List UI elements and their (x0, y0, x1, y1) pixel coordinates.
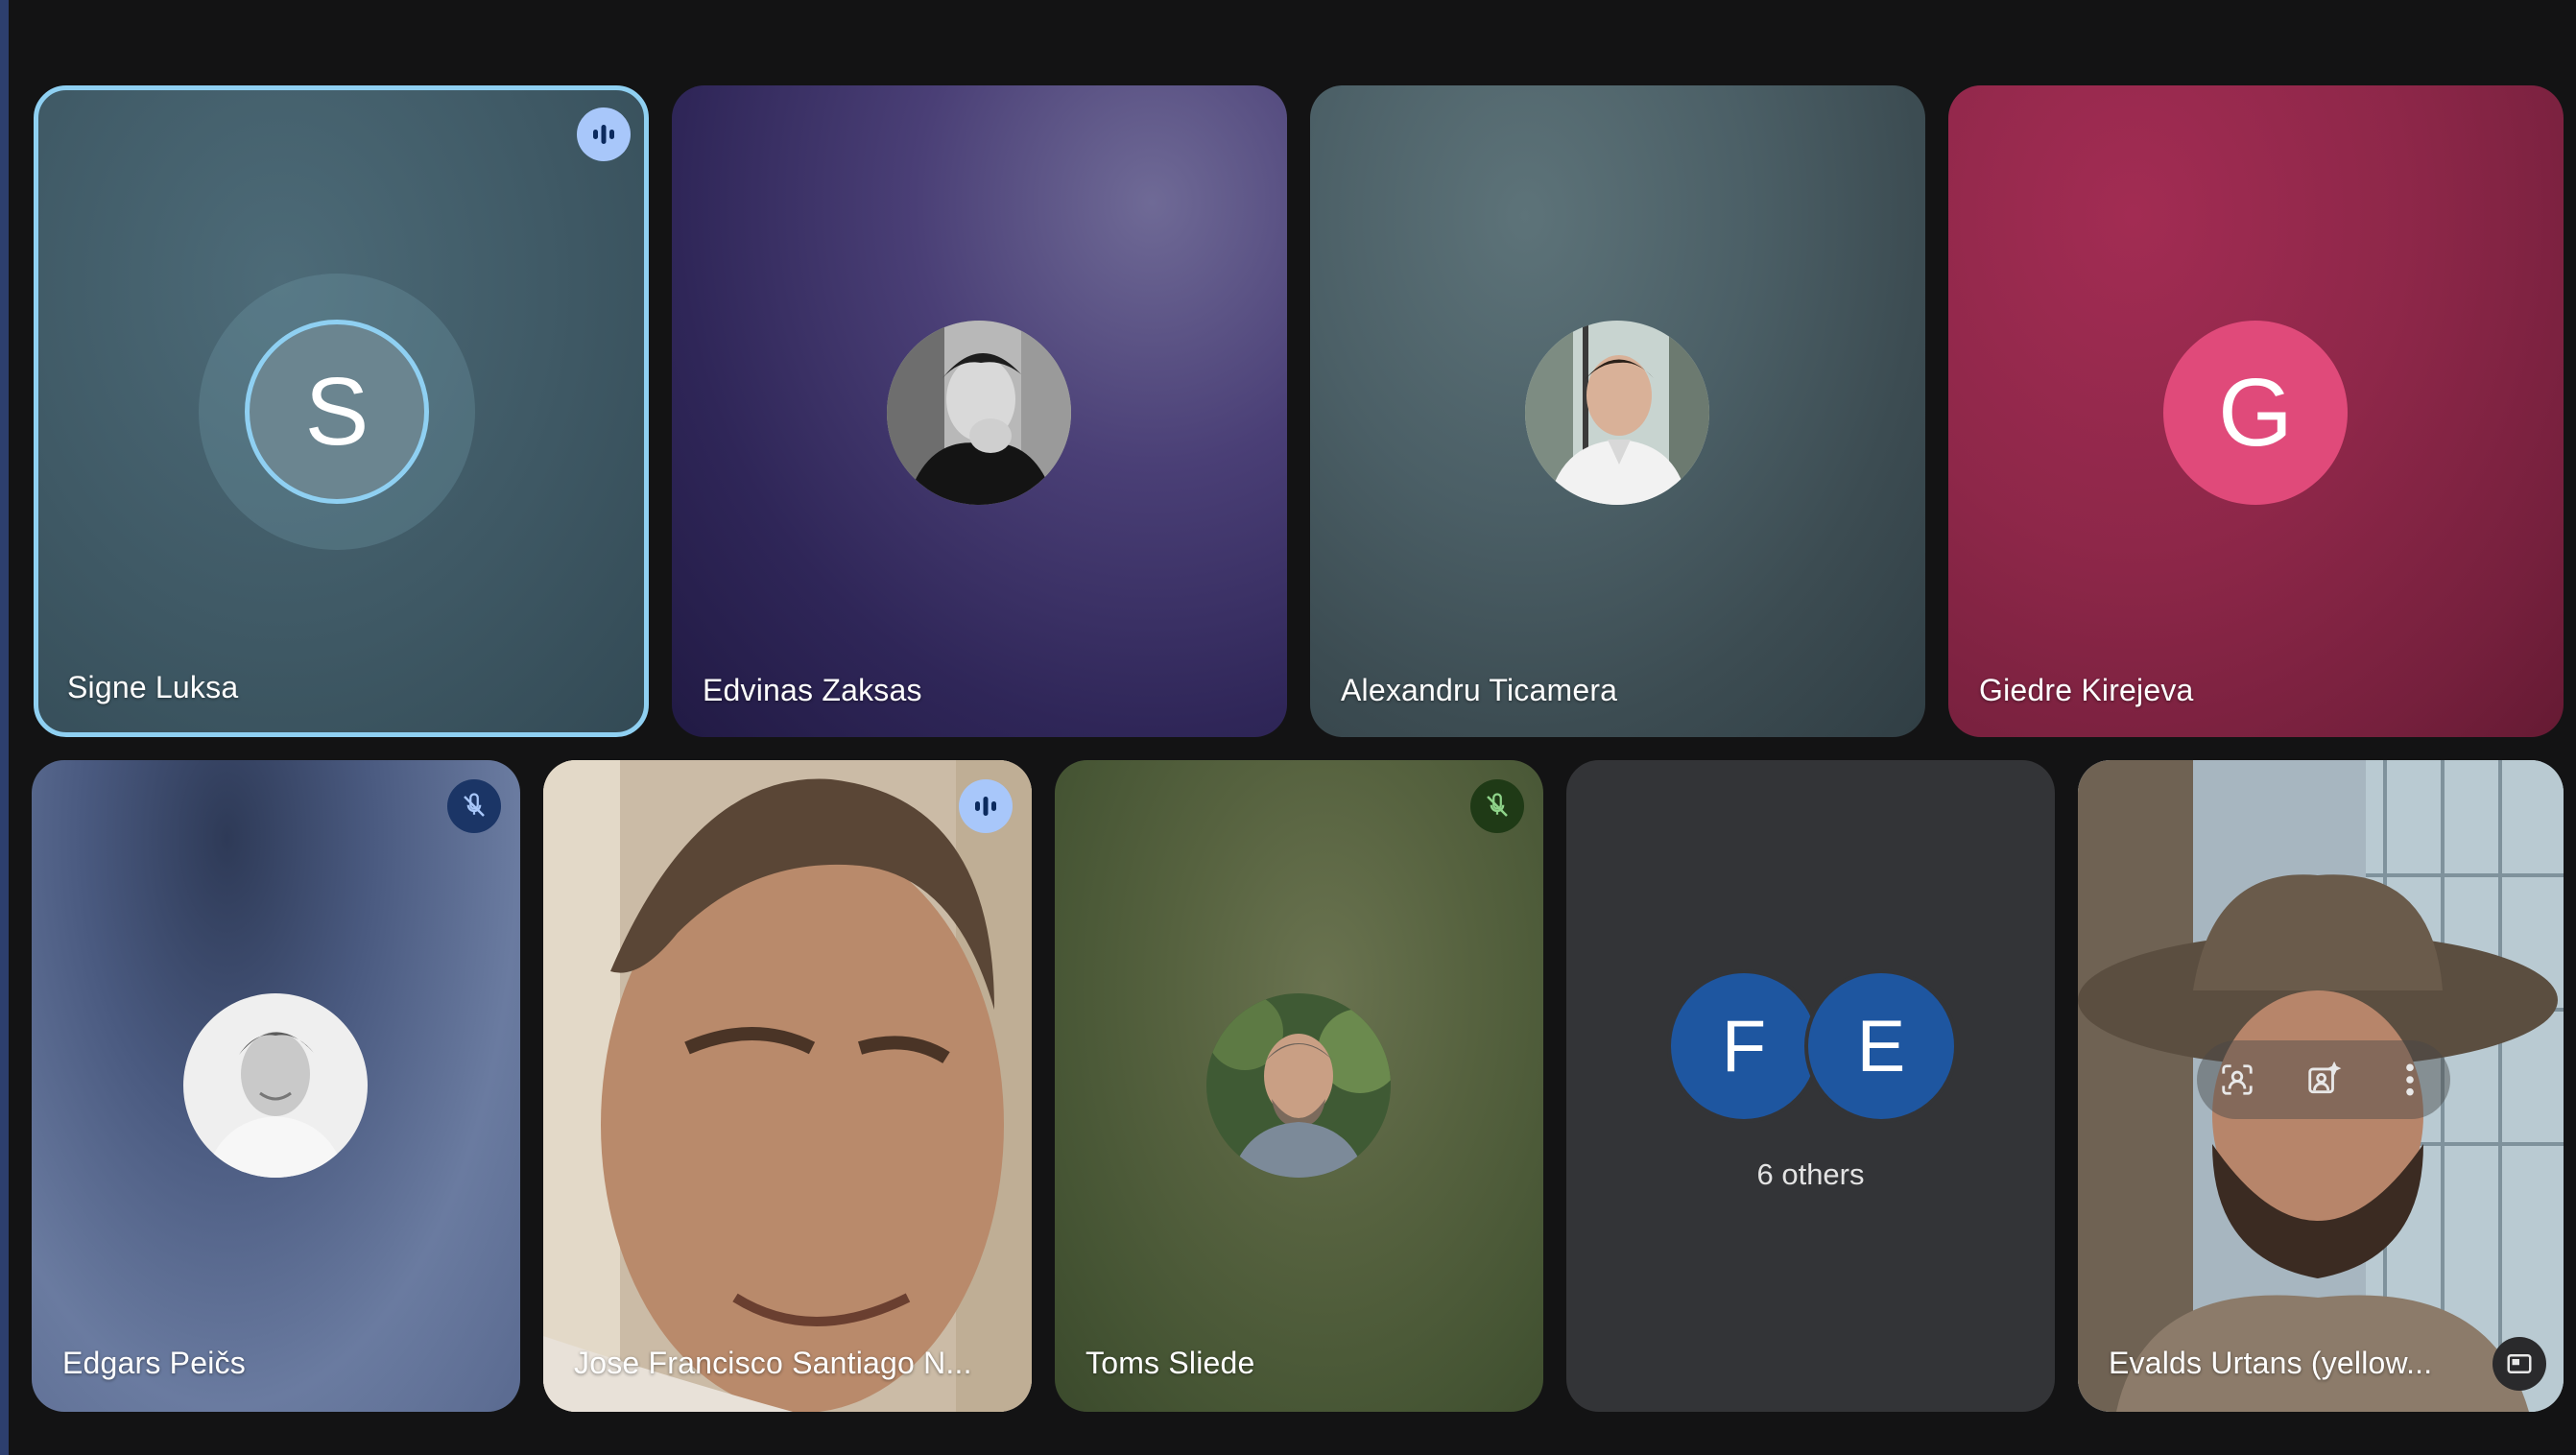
participant-name: Alexandru Ticamera (1341, 673, 1618, 707)
avatar-initial: S (304, 357, 370, 465)
muted-mic-icon (1470, 779, 1524, 833)
avatar-others-e: E (1804, 969, 1958, 1123)
video-feed (543, 760, 1032, 1412)
avatar-giedre-kirejeva: G (2163, 321, 2348, 505)
speaking-indicator-icon (959, 779, 1013, 833)
others-tile[interactable]: F E 6 others (1566, 760, 2055, 1412)
participant-tile-jose-francisco-santiago[interactable]: Jose Francisco Santiago N... (543, 760, 1032, 1412)
avatar-signe-luksa: S (245, 320, 429, 504)
muted-mic-icon (447, 779, 501, 833)
participant-name: Giedre Kirejeva (1979, 673, 2194, 707)
participant-name: Edgars Peičs (62, 1346, 246, 1380)
speaking-indicator-icon (577, 107, 631, 161)
picture-in-picture-icon[interactable] (2493, 1337, 2546, 1391)
avatar-initial: E (1856, 1005, 1906, 1087)
participant-tile-giedre-kirejeva[interactable]: G Giedre Kirejeva (1948, 85, 2564, 737)
participant-tile-signe-luksa[interactable]: S Signe Luksa (34, 85, 649, 737)
frame-person-icon[interactable] (2210, 1053, 2264, 1107)
participant-tile-alexandru-ticamera[interactable]: Alexandru Ticamera (1310, 85, 1925, 737)
video-controls-overlay (2197, 1040, 2450, 1119)
others-count-label: 6 others (1756, 1157, 1865, 1191)
avatar-toms-sliede (1206, 993, 1391, 1178)
more-options-icon[interactable] (2383, 1053, 2437, 1107)
avatar-edvinas-zaksas (887, 321, 1071, 505)
avatar-others-f: F (1667, 969, 1821, 1123)
avatar-initial: G (2218, 358, 2293, 466)
participant-name: Evalds Urtans (yellow... (2109, 1346, 2433, 1380)
participant-name: Toms Sliede (1085, 1346, 1255, 1380)
avatar-alexandru-ticamera (1525, 321, 1709, 505)
visual-effects-icon[interactable] (2297, 1053, 2350, 1107)
window-edge (0, 0, 9, 1455)
participant-name: Signe Luksa (67, 670, 239, 704)
participant-name: Edvinas Zaksas (703, 673, 922, 707)
participant-tile-evalds-urtans[interactable]: Evalds Urtans (yellow... (2078, 760, 2564, 1412)
avatar-initial: F (1721, 1005, 1767, 1087)
participant-name: Jose Francisco Santiago N... (574, 1346, 972, 1380)
participant-tile-edvinas-zaksas[interactable]: Edvinas Zaksas (672, 85, 1287, 737)
avatar-edgars-peics (183, 993, 368, 1178)
participant-tile-edgars-peics[interactable]: Edgars Peičs (32, 760, 520, 1412)
participant-tile-toms-sliede[interactable]: Toms Sliede (1055, 760, 1543, 1412)
